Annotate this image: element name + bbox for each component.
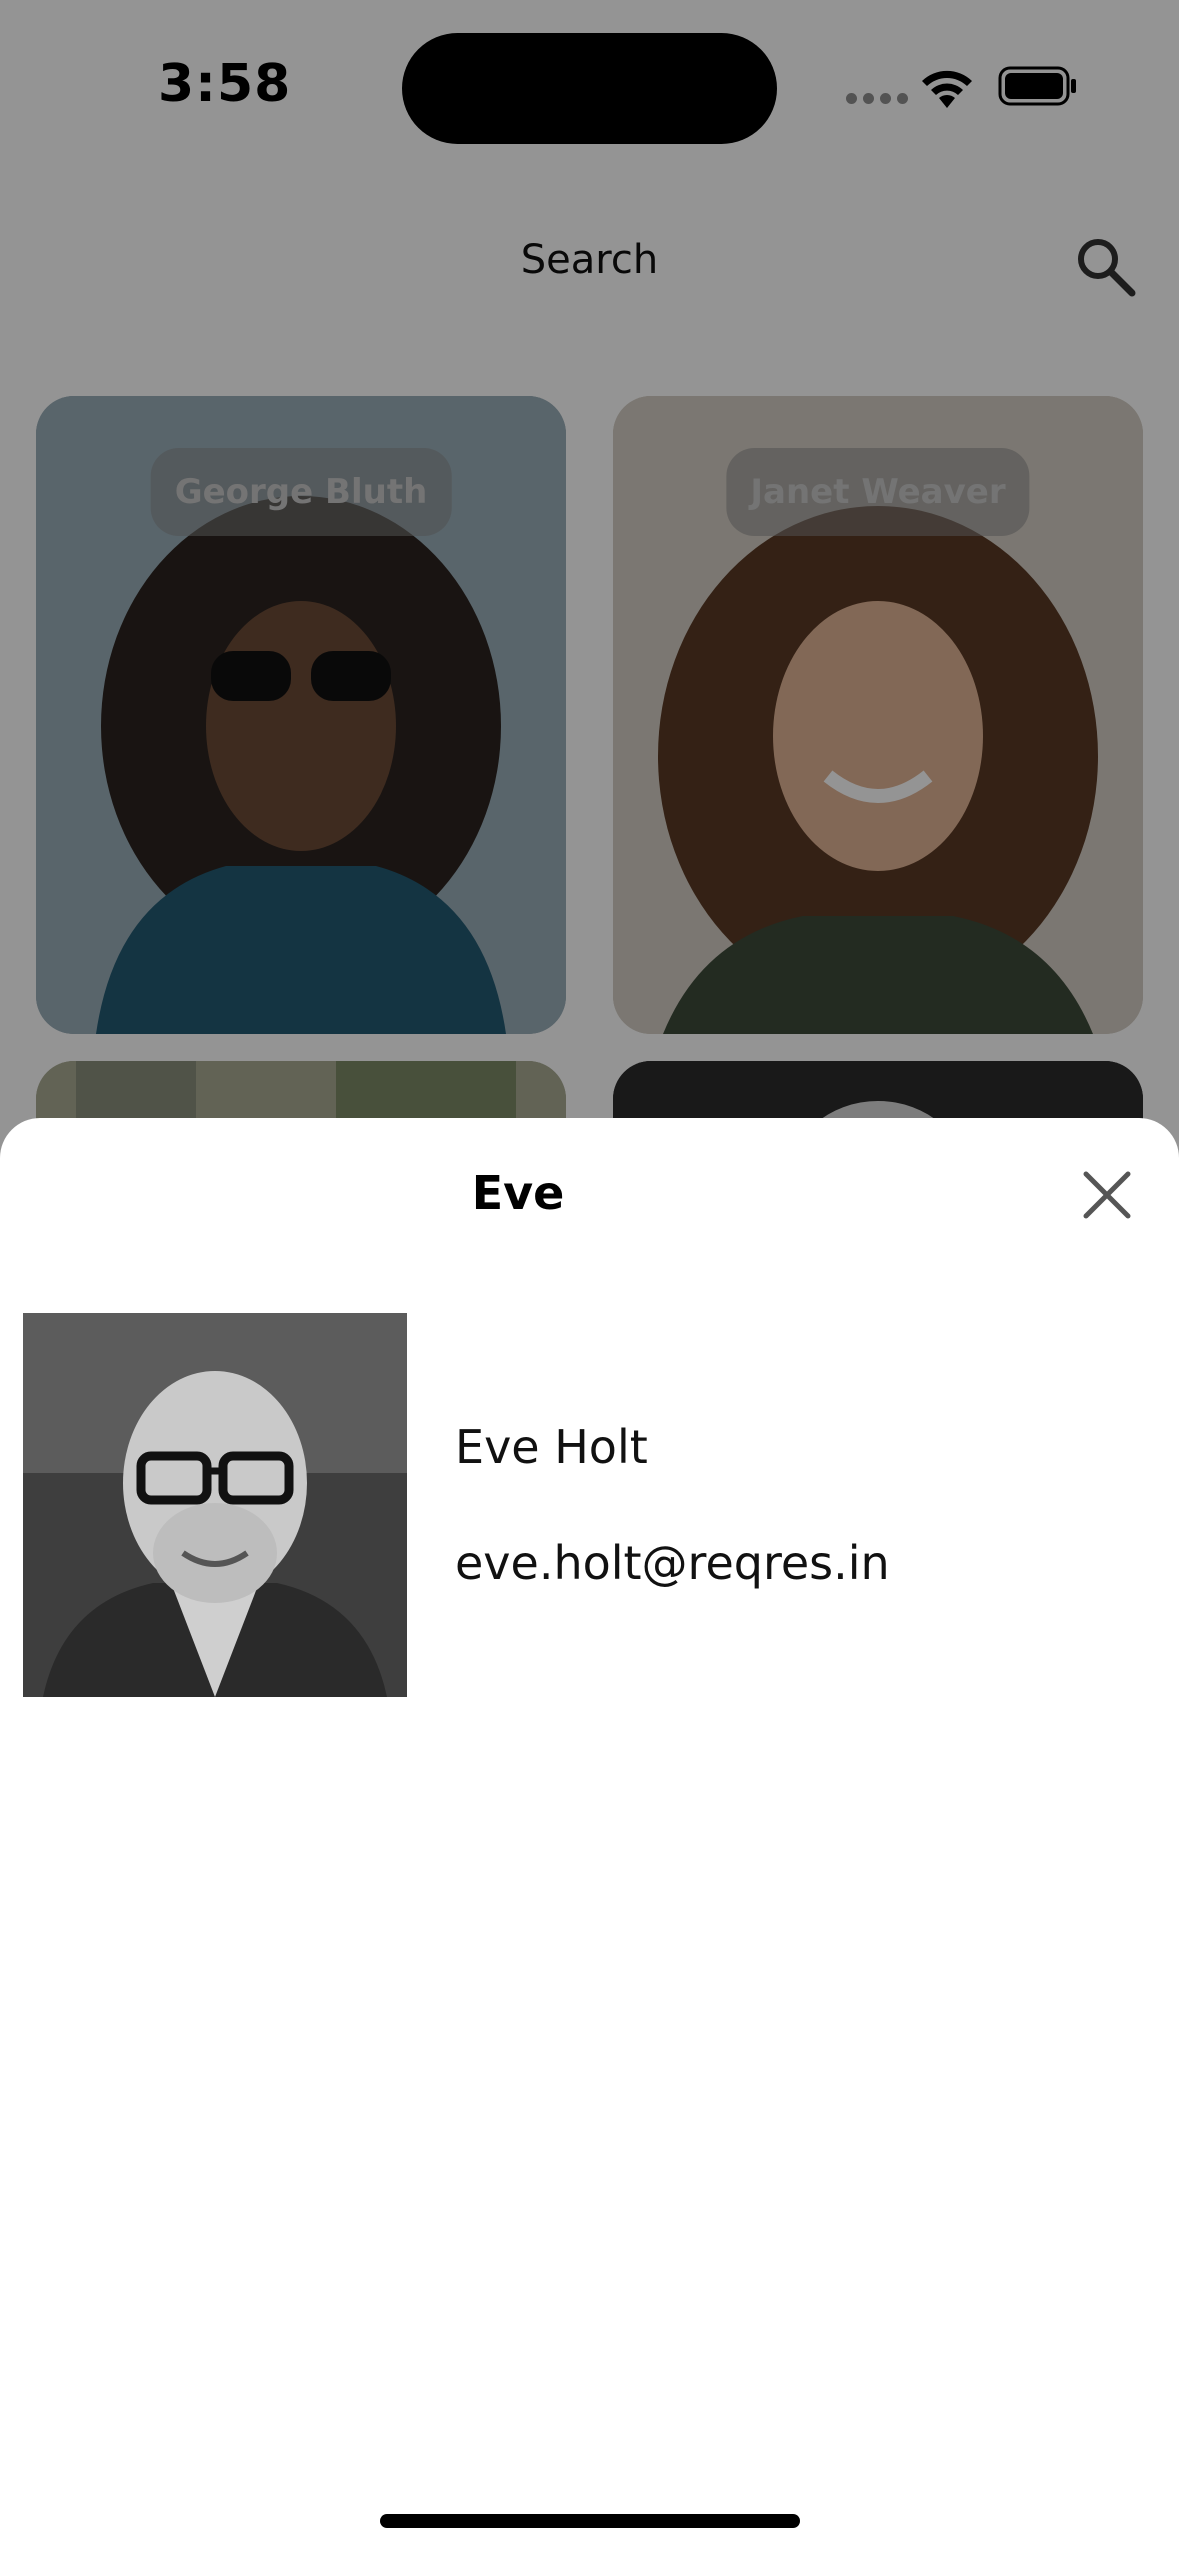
profile-photo <box>23 1313 407 1697</box>
profile-avatar <box>23 1313 407 1697</box>
profile-email: eve.holt@reqres.in <box>455 1536 890 1590</box>
home-indicator[interactable] <box>380 2514 800 2528</box>
sheet-title: Eve <box>471 1166 565 1220</box>
user-detail-sheet: Eve Eve Holt eve.holt@reqres.in <box>0 1118 1179 2556</box>
app-screen: 3:58 Search George Bluth Janet Weaver Ev… <box>0 0 1179 2556</box>
close-icon[interactable] <box>1076 1164 1138 1226</box>
profile-full-name: Eve Holt <box>455 1420 648 1474</box>
